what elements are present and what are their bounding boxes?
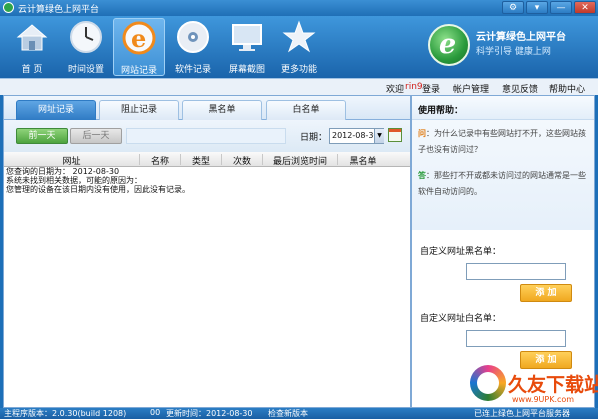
home-icon xyxy=(13,20,51,54)
star-icon xyxy=(280,20,318,54)
login-link[interactable]: 登录 xyxy=(422,82,440,95)
settings-icon[interactable]: ⚙ xyxy=(502,1,524,14)
toolbar-item-website-records[interactable]: e 网站记录 xyxy=(113,18,165,76)
tab-blacklist[interactable]: 黑名单 xyxy=(182,100,262,120)
message-line: 您管理的设备在该日期内没有使用，因此没有记录。 xyxy=(6,185,190,194)
column-header-last-visit[interactable]: 最后浏览时间 xyxy=(263,154,337,167)
user-bar: 欢迎 rin9 登录 帐户管理 意见反馈 帮助中心 xyxy=(0,78,598,95)
column-header-count[interactable]: 次数 xyxy=(222,154,262,167)
tab-url-records[interactable]: 网址记录 xyxy=(16,100,96,120)
toolbar-item-home[interactable]: 首 页 xyxy=(6,18,58,76)
window-controls: ⚙ ▾ — ✕ xyxy=(502,1,596,14)
title-bar: 云计算绿色上网平台 ⚙ ▾ — ✕ xyxy=(0,0,598,16)
monitor-icon xyxy=(228,20,266,54)
window-title: 云计算绿色上网平台 xyxy=(18,5,100,15)
account-management-link[interactable]: 帐户管理 xyxy=(453,82,489,95)
blacklist-url-input[interactable] xyxy=(466,263,566,280)
username: rin9 xyxy=(405,82,423,92)
help-center-link[interactable]: 帮助中心 xyxy=(549,82,585,95)
add-blacklist-button[interactable]: 添 加 xyxy=(520,284,572,302)
version-text: 主程序版本：2.0.30(build 1208) xyxy=(4,409,127,418)
svg-text:e: e xyxy=(131,24,146,53)
filter-bar: 前一天 后一天 日期： 2012-08-30 ▼ xyxy=(4,120,410,152)
watermark-text: 久友下载站 xyxy=(508,374,598,396)
brand-slogan: 科学引导 健康上网 xyxy=(476,47,551,57)
date-label: 日期： xyxy=(300,133,328,143)
watermark: 久友下载站 www.9UPK.com xyxy=(470,365,598,409)
update-time: 更新时间：2012-08-30 xyxy=(166,409,253,418)
column-header-url[interactable]: 网址 xyxy=(4,154,139,167)
blacklist-label: 自定义网址黑名单： xyxy=(420,247,502,257)
help-answer: 答：那些打不开或都未访问过的网站通常是一些软件自动访问的。 xyxy=(418,171,586,196)
brand-name: 云计算绿色上网平台 xyxy=(476,32,566,43)
app-logo-icon xyxy=(3,2,14,13)
brand-logo-icon: e xyxy=(428,24,470,66)
next-day-button[interactable]: 后一天 xyxy=(70,128,122,144)
prev-day-button[interactable]: 前一天 xyxy=(16,128,68,144)
close-button[interactable]: ✕ xyxy=(574,1,596,14)
tab-blocked-records[interactable]: 阻止记录 xyxy=(99,100,179,120)
whitelist-url-input[interactable] xyxy=(466,330,566,347)
chevron-down-icon[interactable]: ▼ xyxy=(374,129,384,143)
help-body: 问：为什么记录中有些网站打不开，这些网站孩子也没有访问过？ 答：那些打不开或都未… xyxy=(412,120,594,230)
calendar-icon[interactable] xyxy=(388,128,402,142)
status-bar: 主程序版本：2.0.30(build 1208) 00 更新时间：2012-08… xyxy=(0,408,598,419)
column-header-name[interactable]: 名称 xyxy=(140,154,180,167)
help-title: 使用帮助： xyxy=(418,106,464,116)
no-data-message: 您查询的日期为： 2012-08-30 系统未找到相关数据，可能的原因为： 您管… xyxy=(6,167,190,194)
disc-icon xyxy=(174,20,212,54)
feedback-link[interactable]: 意见反馈 xyxy=(502,82,538,95)
message-line: 您查询的日期为： 2012-08-30 xyxy=(6,167,120,176)
help-question: 问：为什么记录中有些网站打不开，这些网站孩子也没有访问过？ xyxy=(418,129,586,154)
tab-bar: 网址记录 阻止记录 黑名单 白名单 xyxy=(4,96,410,120)
watermark-logo-icon xyxy=(470,365,506,401)
status-code: 00 xyxy=(150,408,161,417)
check-update-link[interactable]: 检查新版本 xyxy=(268,408,308,419)
clock-icon xyxy=(67,20,105,54)
welcome-text: 欢迎 xyxy=(386,85,405,95)
toolbar-item-more-features[interactable]: 更多功能 xyxy=(273,18,325,76)
message-line: 系统未找到相关数据，可能的原因为： xyxy=(6,176,142,185)
browser-e-icon: e xyxy=(120,21,158,55)
filter-strip xyxy=(126,128,286,144)
help-header: 使用帮助： xyxy=(412,96,594,120)
whitelist-label: 自定义网址白名单： xyxy=(420,314,502,324)
toolbar-item-time-settings[interactable]: 时间设置 xyxy=(60,18,112,76)
menu-dropdown-icon[interactable]: ▾ xyxy=(526,1,548,14)
tab-whitelist[interactable]: 白名单 xyxy=(266,100,346,120)
help-panel: 使用帮助： 问：为什么记录中有些网站打不开，这些网站孩子也没有访问过？ 答：那些… xyxy=(411,95,595,408)
watermark-url: www.9UPK.com xyxy=(512,395,575,404)
brand-area: e 云计算绿色上网平台 科学引导 健康上网 xyxy=(426,20,596,76)
column-header-type[interactable]: 类型 xyxy=(181,154,221,167)
column-header-blacklist[interactable]: 黑名单 xyxy=(338,154,388,167)
toolbar-item-screenshot[interactable]: 屏幕截图 xyxy=(221,18,273,76)
records-panel: 网址记录 阻止记录 黑名单 白名单 前一天 后一天 日期： 2012-08-30… xyxy=(3,95,411,408)
table-header: 网址 名称 类型 次数 最后浏览时间 黑名单 xyxy=(4,152,410,167)
minimize-button[interactable]: — xyxy=(550,1,572,14)
connection-status: 已连上绿色上网平台服务器 xyxy=(474,409,570,418)
toolbar-item-software-records[interactable]: 软件记录 xyxy=(167,18,219,76)
